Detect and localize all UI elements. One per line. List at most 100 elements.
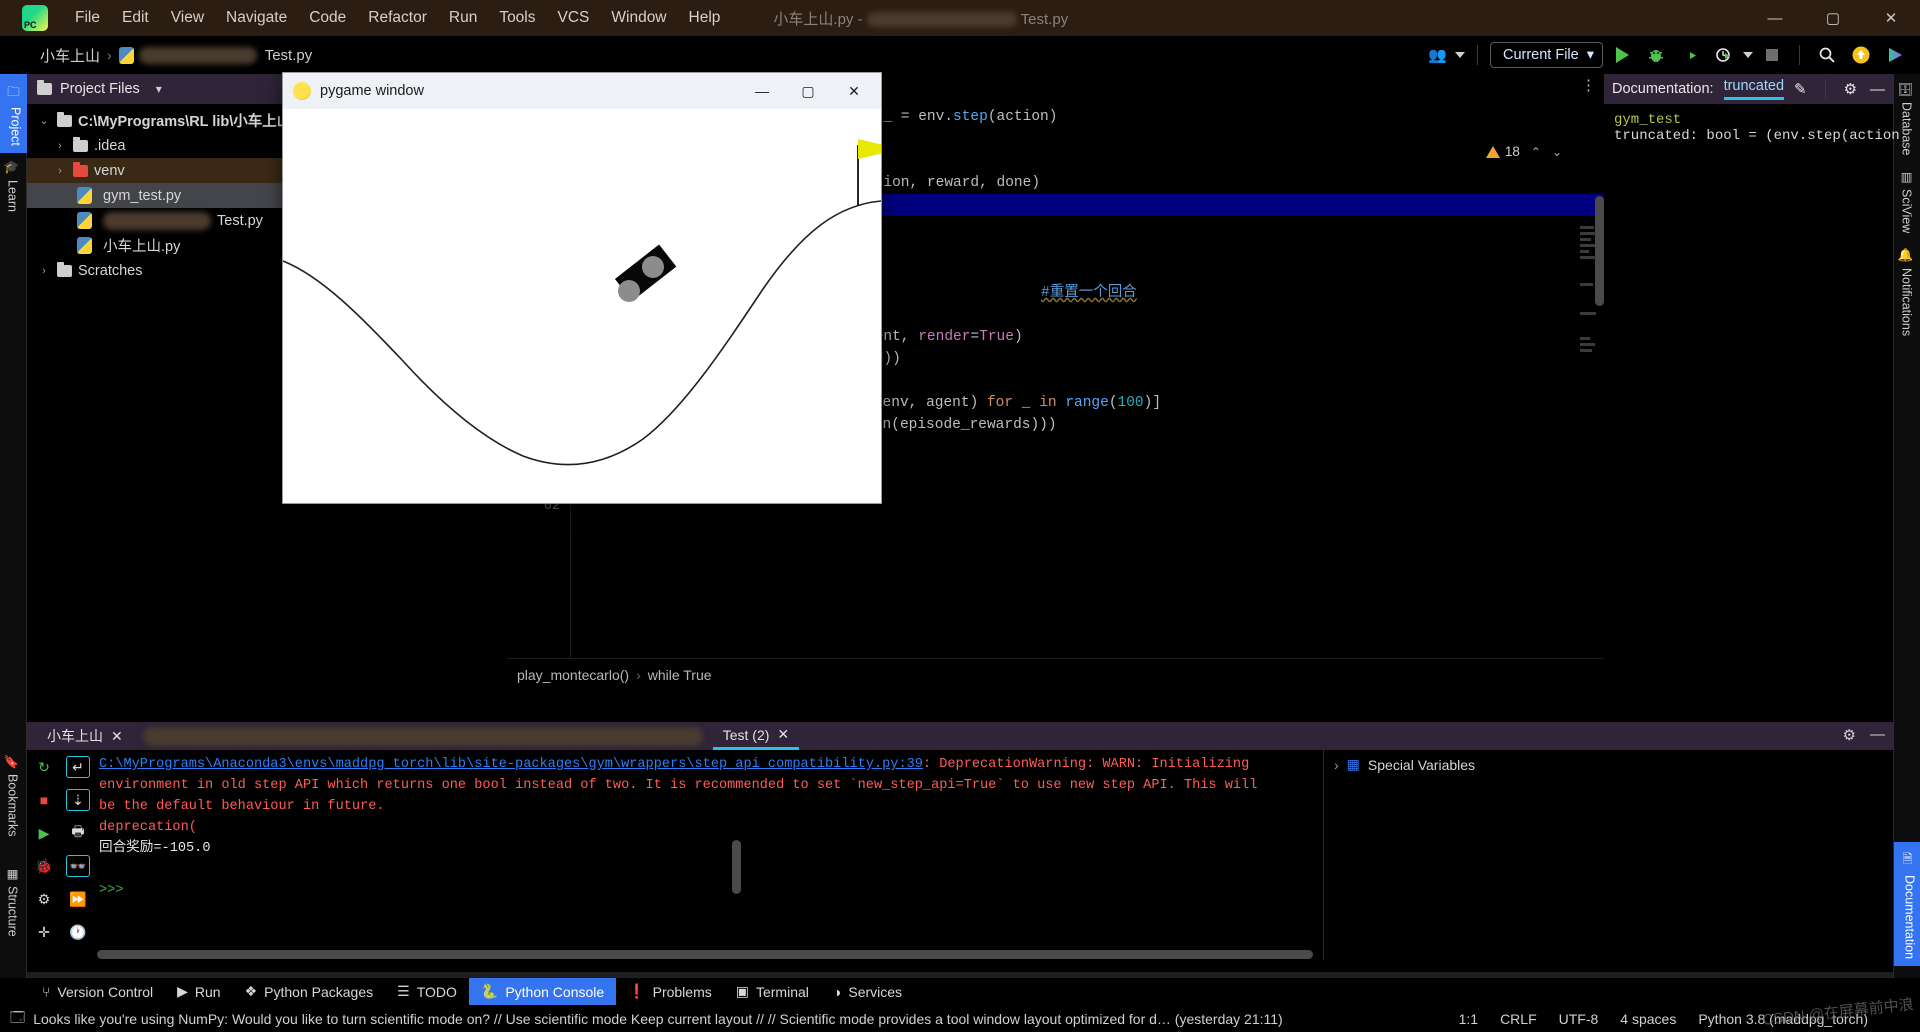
pygame-minimize-button[interactable]: — [739,74,785,108]
toolwindow-services[interactable]: ◑ Services [821,978,914,1005]
python-console-tool-window: 小车上山 ✕ Test (2) ✕ ⚙ — ↻ ■ ▶ 🐞 ⚙ ✛ ↵ ⇣ 🖶 … [27,722,1893,972]
sidebar-item-sciview[interactable]: ▥ SciView [1894,162,1919,240]
breadcrumb-while[interactable]: while True [648,667,712,683]
console-vertical-scrollbar[interactable] [732,840,741,894]
chevron-right-icon[interactable]: › [53,140,67,152]
debug-icon[interactable] [1641,40,1671,70]
coverage-icon[interactable] [1675,40,1705,70]
mountain-car-scene [283,139,881,466]
chevron-right-icon[interactable]: › [53,165,67,177]
console-horizontal-scrollbar[interactable] [97,950,1313,959]
chevron-down-icon[interactable]: ⌄ [37,114,51,127]
ai-assistant-icon[interactable] [1880,40,1910,70]
rerun-icon[interactable]: ↻ [32,756,56,778]
profile-icon[interactable] [1709,40,1739,70]
breadcrumb-file[interactable]: Test.py [265,47,313,64]
debug-icon[interactable]: 🐞 [32,855,56,877]
run-toolbar: 👥 Current File ▾ [1424,36,1910,74]
stop-button[interactable] [1757,40,1787,70]
scroll-to-end-icon[interactable]: ⇣ [66,789,90,811]
sidebar-item-documentation[interactable]: 🗎 Documentation [1894,841,1920,966]
toolwindow-terminal[interactable]: ▣ Terminal [724,978,821,1005]
chevron-up-icon[interactable]: ⌃ [1531,145,1541,159]
menu-run[interactable]: Run [438,5,488,31]
todo-icon: ☰ [397,983,410,999]
fast-forward-icon[interactable]: ⏩ [66,888,90,910]
menu-code[interactable]: Code [298,5,357,31]
show-variables-icon[interactable]: 👓 [66,855,90,877]
minimize-icon[interactable]: — [1870,81,1885,98]
menu-edit[interactable]: Edit [111,5,160,31]
menu-file[interactable]: File [64,5,111,31]
documentation-tab[interactable]: truncated [1723,78,1785,100]
search-icon[interactable] [1812,40,1842,70]
caret-position[interactable]: 1:1 [1459,1011,1478,1027]
chevron-right-icon[interactable]: › [37,265,51,277]
sidebar-item-database[interactable]: 🗄 Database [1894,74,1919,162]
toolwindow-version-control[interactable]: ⑂ Version Control [30,978,165,1005]
menu-window[interactable]: Window [600,5,677,31]
console-warning-path[interactable]: C:\MyPrograms\Anaconda3\envs\maddpg_torc… [99,757,923,772]
toolwindow-run[interactable]: ▶ Run [165,978,232,1005]
window-close-button[interactable]: ✕ [1862,0,1920,36]
status-notification[interactable]: Looks like you're using NumPy: Would you… [33,1011,1283,1027]
toolwindow-python-console[interactable]: 🐍 Python Console [468,978,617,1005]
execute-icon[interactable]: ▶ [32,822,56,844]
breadcrumb-function[interactable]: play_montecarlo() [517,667,629,683]
editor-tab-options-icon[interactable]: ⋮ [1581,78,1596,93]
close-icon[interactable]: ✕ [777,726,789,743]
menu-navigate[interactable]: Navigate [215,5,298,31]
people-caret-icon[interactable] [1454,52,1465,58]
menu-view[interactable]: View [160,5,215,31]
indent-setting[interactable]: 4 spaces [1620,1011,1676,1027]
add-icon[interactable]: ✛ [32,921,56,943]
close-icon[interactable]: ✕ [111,728,123,745]
update-icon[interactable] [1846,40,1876,70]
sidebar-item-notifications[interactable]: 🔔 Notifications [1894,241,1919,343]
editor-warning-badge[interactable]: 18 ⌃ ⌄ [1485,144,1562,159]
soft-wrap-icon[interactable]: ↵ [66,756,90,778]
gear-icon[interactable]: ⚙ [1844,80,1857,98]
stop-icon[interactable]: ■ [32,789,56,811]
window-maximize-button[interactable]: ▢ [1804,0,1862,36]
console-tab-xiaoche[interactable]: 小车上山 ✕ [37,722,133,750]
run-configuration-selector[interactable]: Current File ▾ [1489,42,1603,68]
gear-icon[interactable]: ⚙ [1843,726,1856,744]
sidebar-item-bookmarks[interactable]: 🔖 Bookmarks [0,747,25,844]
pygame-window[interactable]: pygame window — ▢ ✕ [282,72,882,504]
edit-pencil-icon[interactable]: ✎ [1794,80,1807,98]
toolwindow-problems[interactable]: ❗ Problems [616,978,724,1005]
menu-help[interactable]: Help [678,5,732,31]
history-clock-icon[interactable]: 🕐 [66,921,90,943]
console-output[interactable]: C:\MyPrograms\Anaconda3\envs\maddpg_torc… [95,750,1323,960]
chevron-down-icon[interactable]: ▾ [156,82,162,96]
menu-tools[interactable]: Tools [488,5,546,31]
window-minimize-button[interactable]: — [1746,0,1804,36]
console-tab-test2[interactable]: Test (2) ✕ [712,722,800,750]
sidebar-item-structure[interactable]: ▦ Structure [0,859,25,944]
file-encoding[interactable]: UTF-8 [1559,1011,1599,1027]
print-icon[interactable]: 🖶 [66,822,90,844]
breadcrumb-project[interactable]: 小车上山 [40,45,100,66]
settings-gear-icon[interactable]: ⚙ [32,888,56,910]
editor-minimap[interactable] [1580,226,1598,355]
toolwindow-todo[interactable]: ☰ TODO [385,978,469,1005]
toolwindow-python-packages[interactable]: ❖ Python Packages [233,978,386,1005]
pycharm-logo-icon [22,5,48,31]
menu-refactor[interactable]: Refactor [357,5,438,31]
pygame-title-bar[interactable]: pygame window — ▢ ✕ [283,73,881,109]
pygame-close-button[interactable]: ✕ [831,74,877,108]
special-variables-row[interactable]: › ▦ Special Variables [1334,756,1883,773]
menu-vcs[interactable]: VCS [547,5,601,31]
chevron-down-icon[interactable]: ⌄ [1552,145,1562,159]
chevron-right-icon[interactable]: › [1334,757,1339,773]
pygame-maximize-button[interactable]: ▢ [785,74,831,108]
run-button[interactable] [1607,40,1637,70]
line-separator[interactable]: CRLF [1500,1011,1537,1027]
minimize-icon[interactable]: — [1870,726,1885,744]
pygame-canvas[interactable] [283,109,881,503]
profile-caret-icon[interactable] [1743,52,1753,58]
people-icon[interactable]: 👥 [1424,46,1451,64]
sidebar-item-learn[interactable]: 🎓 Learn [0,153,25,219]
learn-hat-icon: 🎓 [5,160,19,176]
